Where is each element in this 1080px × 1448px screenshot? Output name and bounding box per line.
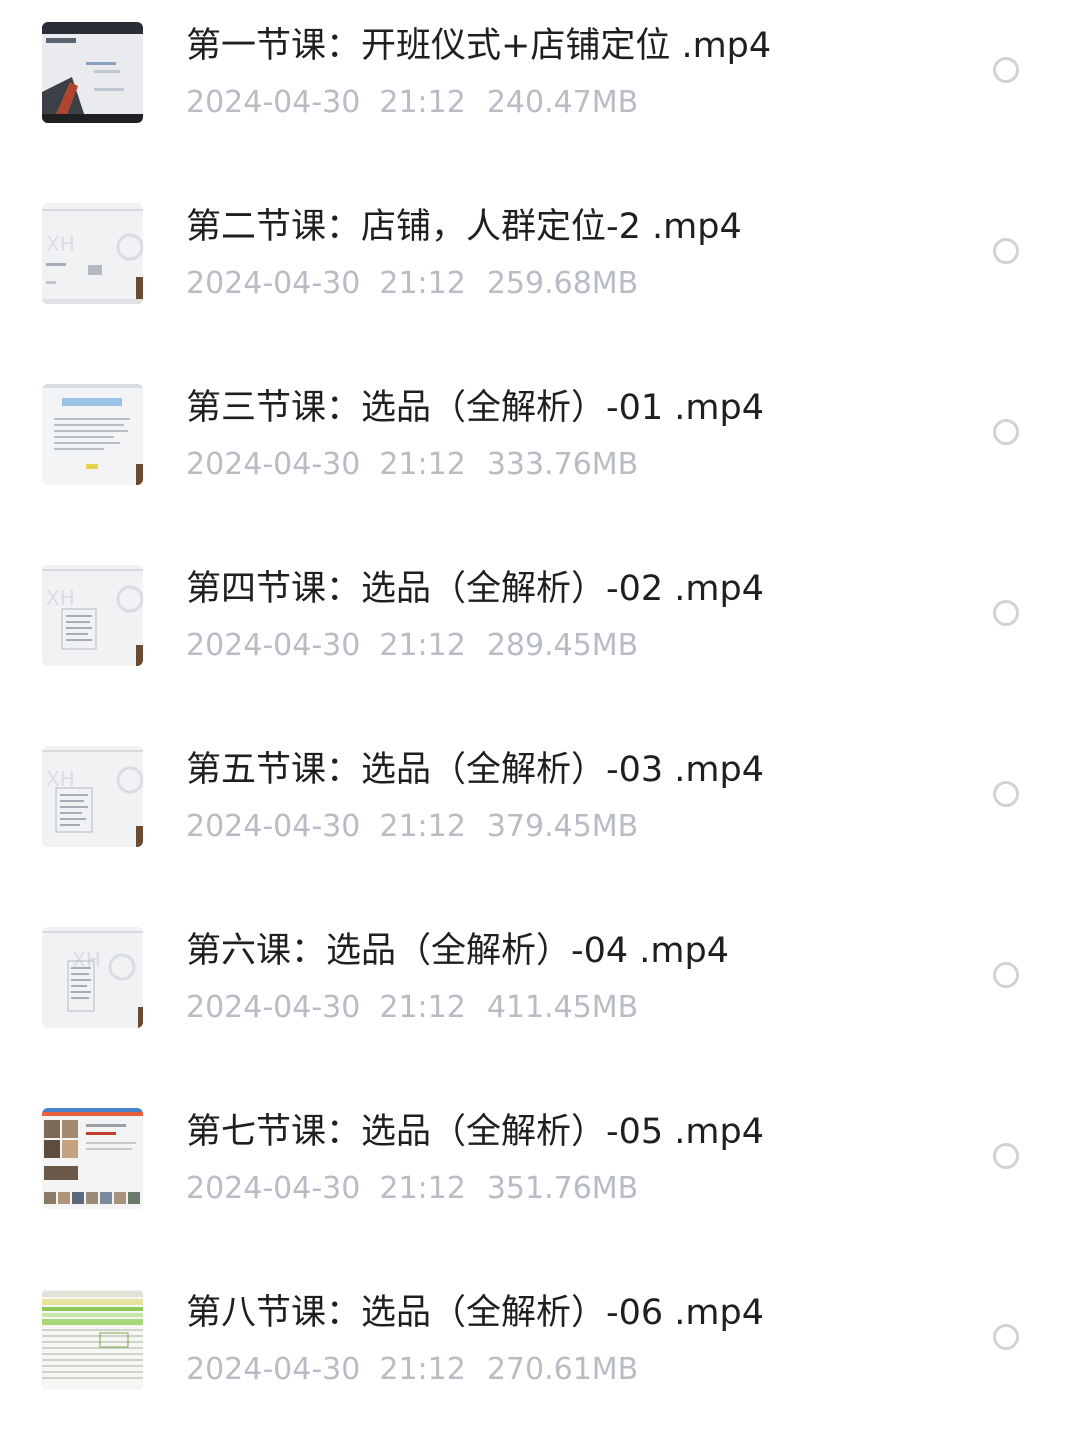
video-thumbnail[interactable]: XH: [42, 927, 143, 1028]
video-thumbnail[interactable]: [42, 384, 143, 485]
file-time: 21:12: [379, 809, 466, 844]
video-thumbnail[interactable]: XH: [42, 565, 143, 666]
file-date: 2024-04-30: [186, 990, 361, 1025]
file-row[interactable]: 第八节课：选品（全解析）-06 .mp4 2024-04-30 21:12 270.…: [0, 1267, 1080, 1448]
select-radio[interactable]: [993, 962, 1019, 988]
file-row[interactable]: XH 第四节课：选品（全解析）-02 .mp4 2024-04-30 21:12 2…: [0, 543, 1080, 724]
svg-text:XH: XH: [46, 232, 75, 256]
file-size: 333.76MB: [486, 447, 639, 482]
video-thumbnail[interactable]: [42, 1289, 143, 1390]
file-list: 第一节课：开班仪式+店铺定位 .mp4 2024-04-30 21:12 240.4…: [0, 0, 1080, 1409]
video-thumbnail[interactable]: [42, 1108, 143, 1209]
video-thumbnail[interactable]: XH: [42, 746, 143, 847]
svg-text:XH: XH: [46, 586, 75, 610]
file-time: 21:12: [379, 447, 466, 482]
file-size: 351.76MB: [486, 1171, 639, 1206]
file-row[interactable]: XH 第六课：选品（全解析）-04 .mp4 2024-04-30 21:12 41…: [0, 905, 1080, 1086]
file-size: 270.61MB: [486, 1352, 639, 1387]
file-title: 第三节课：选品（全解析）-01 .mp4: [186, 388, 764, 428]
select-radio[interactable]: [993, 238, 1019, 264]
file-time: 21:12: [379, 1352, 466, 1387]
file-title: 第一节课：开班仪式+店铺定位 .mp4: [186, 26, 772, 66]
file-title: 第四节课：选品（全解析）-02 .mp4: [186, 569, 764, 609]
file-date: 2024-04-30: [186, 266, 361, 301]
file-size: 289.45MB: [486, 628, 639, 663]
file-time: 21:12: [379, 266, 466, 301]
file-meta: 2024-04-30 21:12 411.45MB: [186, 989, 638, 1027]
file-meta: 2024-04-30 21:12 240.47MB: [186, 84, 638, 122]
file-meta: 2024-04-30 21:12 333.76MB: [186, 446, 638, 484]
select-radio[interactable]: [993, 419, 1019, 445]
file-title: 第七节课：选品（全解析）-05 .mp4: [186, 1112, 764, 1152]
file-size: 259.68MB: [486, 266, 639, 301]
file-meta: 2024-04-30 21:12 351.76MB: [186, 1170, 638, 1208]
file-time: 21:12: [379, 85, 466, 120]
file-date: 2024-04-30: [186, 628, 361, 663]
file-title: 第二节课：店铺，人群定位-2 .mp4: [186, 207, 742, 247]
file-time: 21:12: [379, 628, 466, 663]
file-date: 2024-04-30: [186, 85, 361, 120]
select-radio[interactable]: [993, 1143, 1019, 1169]
file-size: 411.45MB: [486, 990, 639, 1025]
select-radio[interactable]: [993, 600, 1019, 626]
svg-text:XH: XH: [46, 767, 75, 791]
video-thumbnail[interactable]: XH: [42, 203, 143, 304]
video-thumbnail[interactable]: [42, 22, 143, 123]
select-radio[interactable]: [993, 1324, 1019, 1350]
file-title: 第八节课：选品（全解析）-06 .mp4: [186, 1293, 764, 1333]
file-time: 21:12: [379, 990, 466, 1025]
file-row[interactable]: XH 第五节课：选品（全解析）-03 .mp4 2024-04-30 21:12 3…: [0, 724, 1080, 905]
file-meta: 2024-04-30 21:12 289.45MB: [186, 627, 638, 665]
file-date: 2024-04-30: [186, 1352, 361, 1387]
select-radio[interactable]: [993, 781, 1019, 807]
file-size: 379.45MB: [486, 809, 639, 844]
file-meta: 2024-04-30 21:12 270.61MB: [186, 1351, 638, 1389]
file-row[interactable]: 第一节课：开班仪式+店铺定位 .mp4 2024-04-30 21:12 240.4…: [0, 0, 1080, 181]
file-meta: 2024-04-30 21:12 379.45MB: [186, 808, 638, 846]
file-title: 第五节课：选品（全解析）-03 .mp4: [186, 750, 764, 790]
file-title: 第六课：选品（全解析）-04 .mp4: [186, 931, 729, 971]
file-date: 2024-04-30: [186, 809, 361, 844]
file-row[interactable]: 第七节课：选品（全解析）-05 .mp4 2024-04-30 21:12 351.…: [0, 1086, 1080, 1267]
file-size: 240.47MB: [486, 85, 639, 120]
file-time: 21:12: [379, 1171, 466, 1206]
file-row[interactable]: XH 第二节课：店铺，人群定位-2 .mp4 2024-04-30 21:12 25…: [0, 181, 1080, 362]
file-row[interactable]: 第三节课：选品（全解析）-01 .mp4 2024-04-30 21:12 333.…: [0, 362, 1080, 543]
file-meta: 2024-04-30 21:12 259.68MB: [186, 265, 638, 303]
select-radio[interactable]: [993, 57, 1019, 83]
file-date: 2024-04-30: [186, 1171, 361, 1206]
file-date: 2024-04-30: [186, 447, 361, 482]
